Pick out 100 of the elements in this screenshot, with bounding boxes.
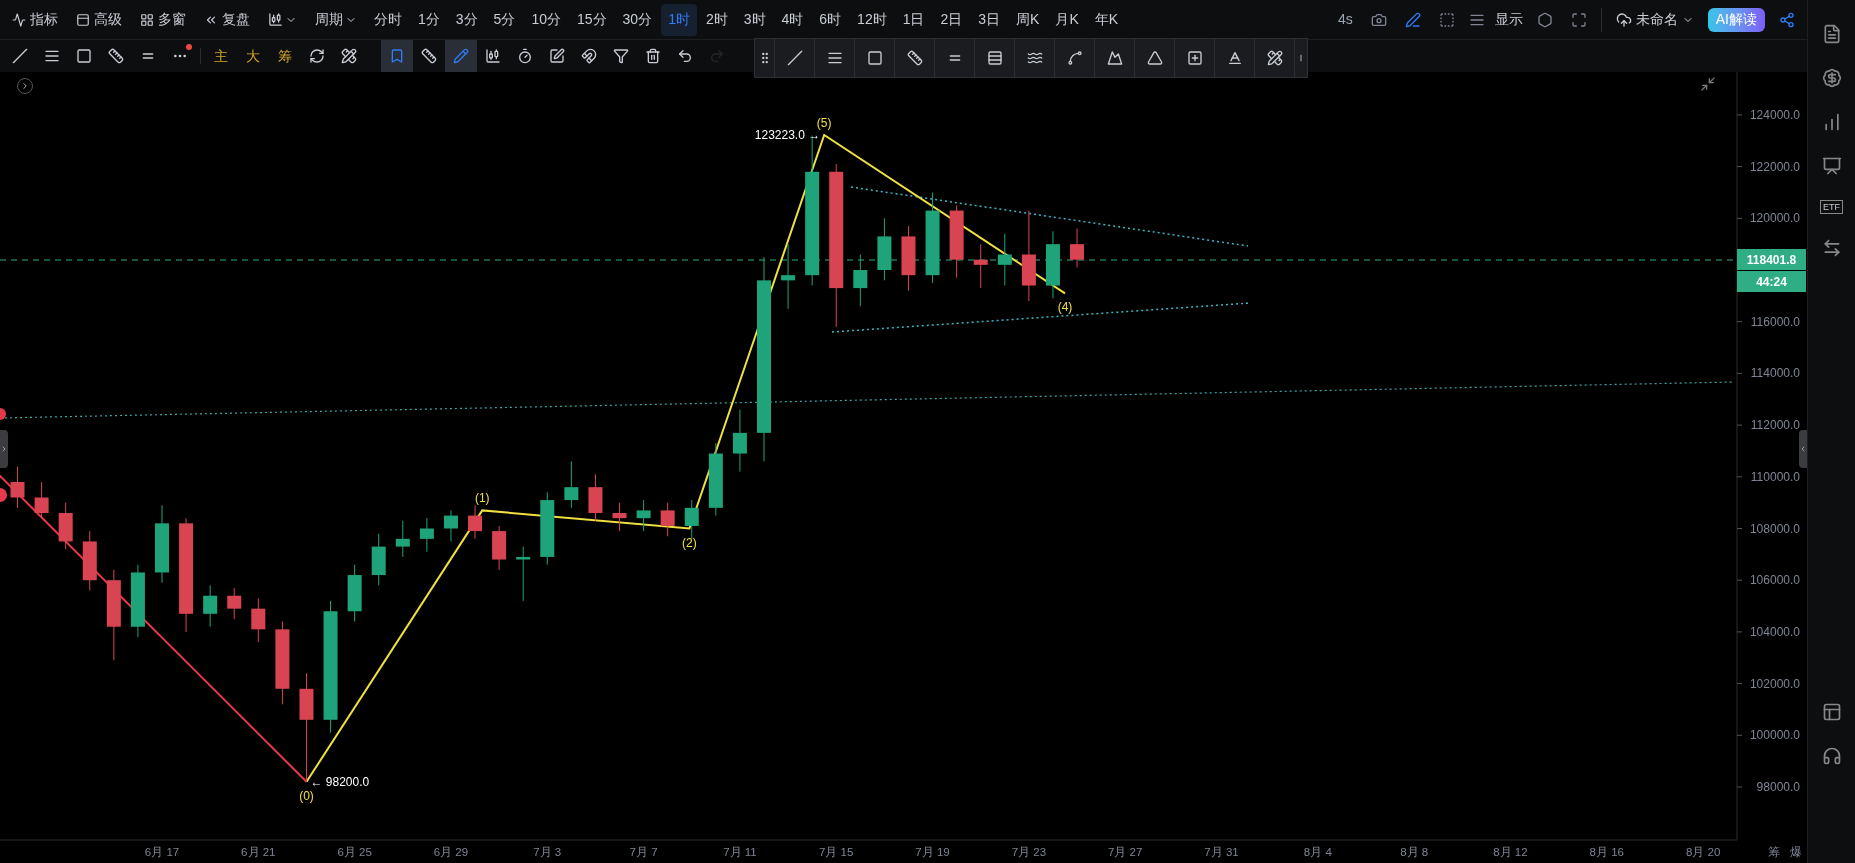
axis-label: 124000.0 — [1749, 107, 1800, 122]
lines-icon[interactable] — [44, 48, 60, 64]
candlestick — [34, 481, 49, 519]
text-baseline-icon[interactable] — [1226, 50, 1243, 66]
menu-button[interactable]: 指标 — [4, 3, 66, 36]
menu-button[interactable]: 复盘 — [196, 3, 258, 36]
fib-lines-icon[interactable] — [986, 50, 1003, 66]
axis-label: 98000.0 — [1756, 780, 1800, 794]
period-tab[interactable]: 3时 — [736, 3, 773, 36]
axis-label: 7月 11 — [723, 846, 757, 858]
wave-label: (2) — [682, 535, 697, 550]
candlestick — [973, 243, 988, 289]
candlestick — [1070, 228, 1085, 268]
rectangle-icon[interactable] — [866, 50, 883, 66]
collapse-icon[interactable] — [1700, 76, 1716, 92]
pen-icon[interactable] — [1404, 11, 1421, 28]
period-tab[interactable]: 3日 — [971, 3, 1008, 36]
axis-label: 8月 12 — [1493, 846, 1528, 858]
curve-icon[interactable] — [1066, 50, 1083, 66]
axis-label: 6月 25 — [337, 846, 372, 858]
axis-label: 7月 31 — [1204, 846, 1239, 858]
chevron-icon — [20, 81, 30, 91]
current-price-badge: 118401.8 — [1737, 249, 1806, 270]
axis-label: 7月 23 — [1011, 846, 1047, 858]
refresh-icon[interactable] — [309, 48, 325, 64]
menu-button[interactable]: 高级 — [68, 3, 130, 36]
etf-button[interactable]: ETF — [1820, 200, 1843, 214]
ruler-icon[interactable] — [108, 48, 124, 64]
period-tab[interactable]: 6时 — [812, 3, 849, 36]
axis-label: 104000.0 — [1749, 624, 1800, 639]
share-icon[interactable] — [1779, 11, 1795, 28]
candlestick — [684, 499, 699, 540]
period-menu[interactable]: 周期 — [307, 3, 365, 36]
period-tab[interactable]: 5分 — [486, 3, 523, 36]
indicator-button[interactable]: 大 — [237, 45, 269, 67]
menu-button[interactable]: 多窗 — [132, 3, 194, 36]
layout-name-button[interactable]: 未命名 — [1607, 9, 1702, 30]
wave-label: (0) — [299, 788, 314, 803]
period-tab[interactable]: 1时 — [661, 3, 697, 36]
display-button[interactable]: 显示 — [1490, 9, 1527, 30]
footer-label[interactable]: 筹 — [1768, 845, 1780, 859]
peaks-icon[interactable] — [1106, 50, 1123, 66]
period-tab[interactable]: 2日 — [933, 3, 970, 36]
bookmark-tool[interactable] — [381, 40, 413, 72]
period-tab[interactable]: 年K — [1087, 3, 1126, 36]
erase-icon[interactable] — [341, 48, 357, 64]
chevron-icon — [0, 445, 8, 453]
ruler-icon[interactable] — [906, 50, 923, 66]
period-tab[interactable]: 12时 — [850, 3, 894, 36]
axis-label: 122000.0 — [1749, 159, 1800, 174]
axis-label: 7月 27 — [1108, 846, 1143, 858]
period-tab[interactable]: 3分 — [448, 3, 485, 36]
line-icon[interactable] — [786, 50, 803, 66]
price-label: ← 98200.0 — [310, 774, 370, 789]
axis-label: 112000.0 — [1750, 418, 1800, 433]
candlestick — [251, 597, 266, 643]
axis-label: 8月 20 — [1685, 846, 1721, 858]
period-tab[interactable]: 15分 — [569, 3, 614, 36]
screen-icon[interactable] — [1438, 11, 1455, 28]
plus-box-icon[interactable] — [1186, 50, 1203, 66]
indicator-button[interactable]: 筹 — [269, 45, 301, 67]
lines-icon[interactable] — [826, 50, 843, 66]
period-tab[interactable]: 30分 — [615, 3, 660, 36]
wave-icon[interactable] — [1026, 50, 1043, 66]
axis-label: 8月 8 — [1400, 846, 1429, 858]
footer-label[interactable]: 爆 — [1790, 845, 1802, 859]
wave-label: (1) — [474, 491, 490, 506]
period-tab[interactable]: 周K — [1009, 3, 1047, 36]
period-tab[interactable]: 分时 — [367, 3, 409, 36]
grid-icon — [140, 12, 154, 27]
period-tab[interactable]: 1分 — [411, 3, 447, 36]
layout-icon[interactable] — [1821, 702, 1842, 722]
headset-icon[interactable] — [1821, 746, 1842, 766]
axis-label: 8月 16 — [1589, 846, 1624, 858]
candlestick — [564, 460, 579, 509]
fullscreen-icon[interactable] — [1570, 11, 1587, 28]
rectangle-icon[interactable] — [76, 48, 92, 64]
axis-label: 120000.0 — [1749, 211, 1800, 226]
axis-label: 114000.0 — [1750, 366, 1800, 381]
settings-icon[interactable] — [1536, 11, 1553, 28]
period-tab[interactable]: 2时 — [698, 3, 735, 36]
axis-label: 7月 3 — [533, 846, 562, 858]
monitor-chart-icon[interactable] — [1821, 156, 1842, 176]
period-tab[interactable]: 4时 — [774, 3, 811, 36]
candles-icon — [268, 12, 283, 27]
dollar-icon[interactable] — [1821, 68, 1842, 88]
candlestick — [468, 504, 483, 540]
refresh-interval[interactable]: 4s — [1329, 9, 1361, 30]
wave-label: (5) — [816, 116, 832, 130]
candlestick — [395, 520, 410, 558]
period-tab[interactable]: 10分 — [524, 3, 568, 36]
triangle-icon[interactable] — [1146, 50, 1163, 66]
countdown-badge: 44:24 — [1737, 271, 1806, 292]
measure-icon[interactable] — [1266, 50, 1283, 66]
candlestick — [732, 409, 747, 473]
camera-icon[interactable] — [1370, 11, 1387, 28]
period-tab[interactable]: 1日 — [895, 3, 932, 36]
indicator-button[interactable]: 主 — [205, 45, 237, 67]
line-icon[interactable] — [12, 48, 28, 64]
period-tab[interactable]: 月K — [1048, 3, 1086, 36]
